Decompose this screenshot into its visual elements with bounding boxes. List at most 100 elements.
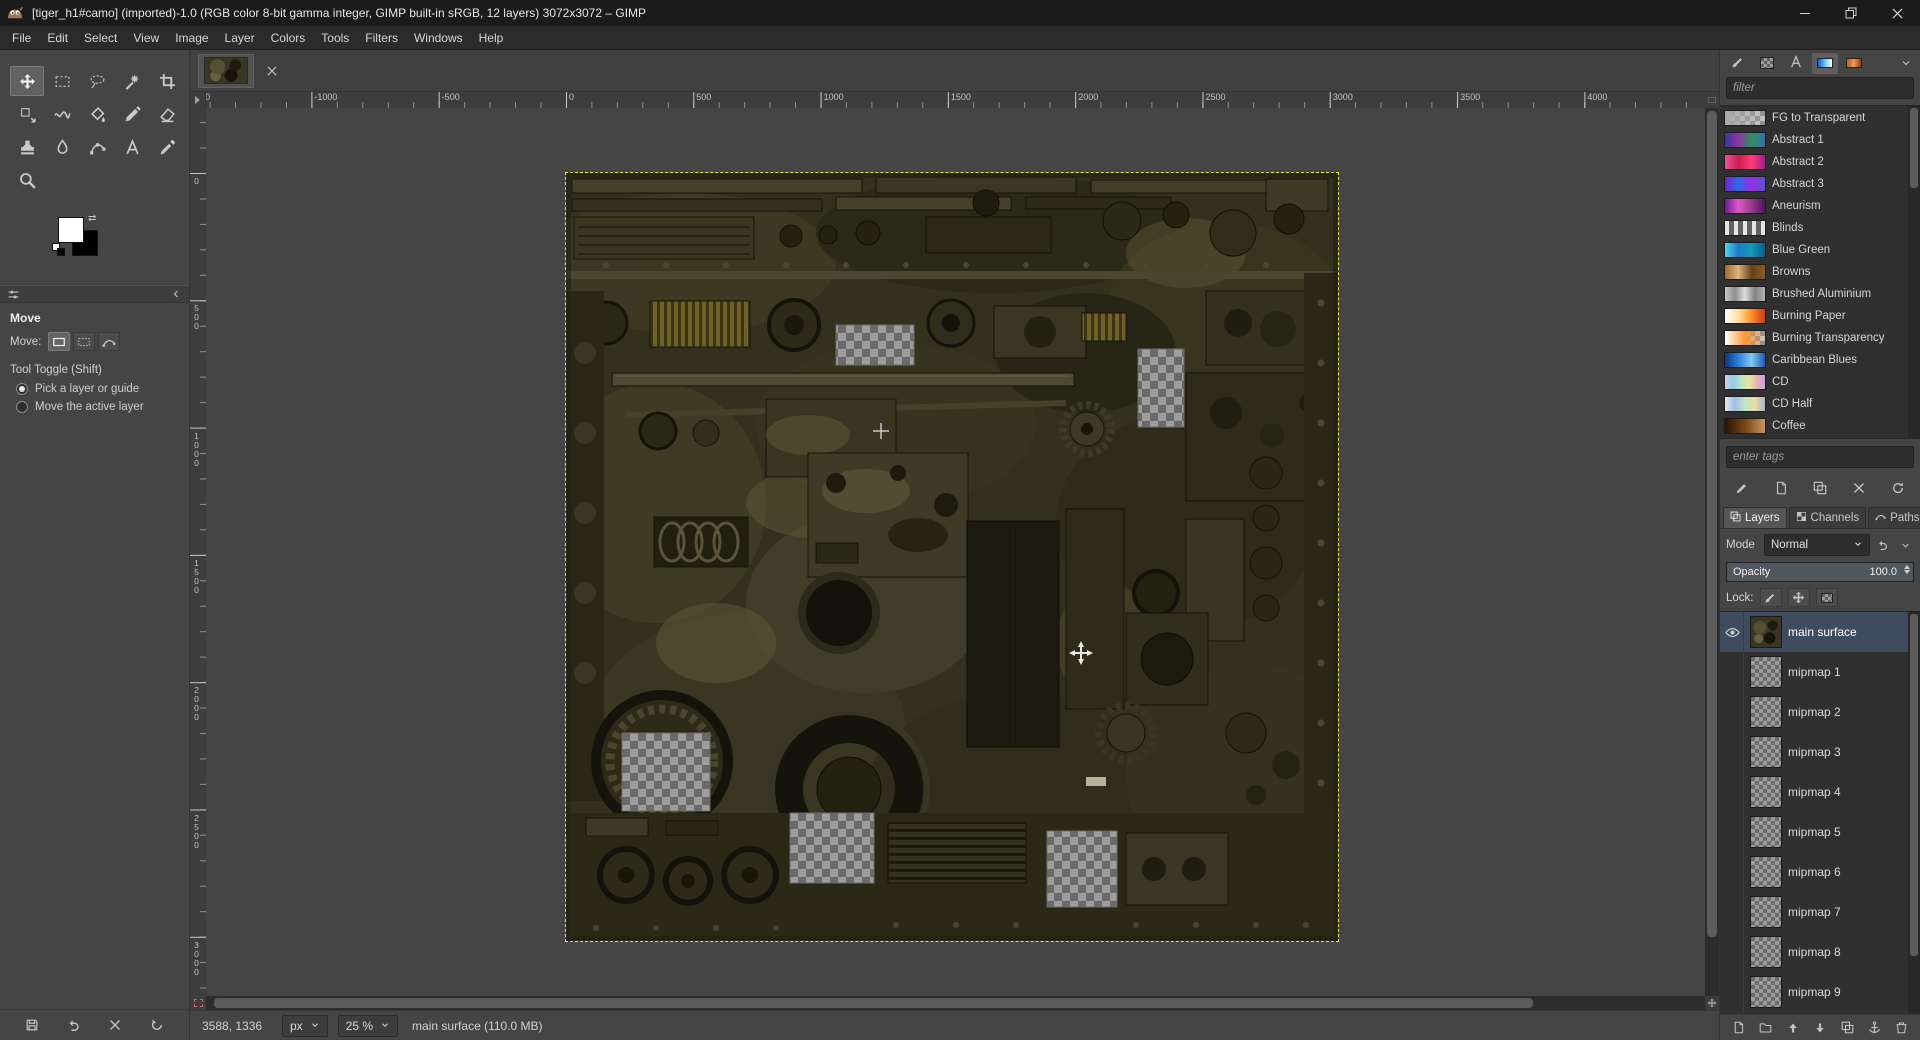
save-preset-button[interactable] bbox=[20, 1014, 44, 1036]
layer-row-mipmap-5[interactable]: mipmap 5 bbox=[1720, 812, 1908, 852]
vertical-scrollbar[interactable] bbox=[1705, 108, 1719, 996]
visibility-toggle[interactable] bbox=[1722, 812, 1744, 852]
tab-paths[interactable]: Paths bbox=[1868, 507, 1920, 528]
color-selector[interactable]: ⇄ bbox=[58, 217, 128, 269]
zoom-dropdown[interactable]: 25 % bbox=[338, 1015, 398, 1037]
tool-color-picker[interactable] bbox=[150, 132, 184, 162]
navigation-icon[interactable] bbox=[1705, 996, 1719, 1010]
gradient-list[interactable]: FG to TransparentAbstract 1Abstract 2Abs… bbox=[1720, 105, 1920, 439]
tool-crop[interactable] bbox=[150, 66, 184, 96]
reset-tool-button[interactable] bbox=[145, 1014, 169, 1036]
move-layer-button[interactable] bbox=[48, 332, 70, 351]
visibility-toggle[interactable] bbox=[1722, 852, 1744, 892]
minimize-button[interactable] bbox=[1782, 0, 1828, 26]
scroll-thumb[interactable] bbox=[1910, 614, 1918, 956]
tab-patterns[interactable] bbox=[1754, 53, 1780, 74]
layer-row-mipmap-2[interactable]: mipmap 2 bbox=[1720, 692, 1908, 732]
visibility-toggle[interactable] bbox=[1722, 932, 1744, 972]
gradient-item[interactable]: Browns bbox=[1722, 261, 1906, 283]
layer-list[interactable]: main surfacemipmap 1mipmap 2mipmap 3 mipm… bbox=[1720, 611, 1920, 1014]
gradient-item[interactable]: Coffee bbox=[1722, 415, 1906, 437]
visibility-toggle[interactable] bbox=[1722, 692, 1744, 732]
gradient-item[interactable]: Brushed Aluminium bbox=[1722, 283, 1906, 305]
move-selection-button[interactable] bbox=[73, 332, 95, 351]
menu-edit[interactable]: Edit bbox=[39, 28, 76, 48]
visibility-eye-icon[interactable] bbox=[1722, 612, 1744, 652]
vertical-scroll-thumb[interactable] bbox=[1707, 111, 1717, 937]
restore-preset-button[interactable] bbox=[62, 1014, 86, 1036]
radio-icon[interactable] bbox=[16, 383, 28, 395]
menu-colors[interactable]: Colors bbox=[263, 28, 314, 48]
horizontal-scroll-thumb[interactable] bbox=[214, 998, 1533, 1008]
tool-unified-transform[interactable] bbox=[10, 99, 44, 129]
tab-close-icon[interactable] bbox=[262, 61, 282, 81]
tool-smudge[interactable] bbox=[45, 132, 79, 162]
tool-move[interactable] bbox=[10, 66, 44, 96]
restore-button[interactable] bbox=[1828, 0, 1874, 26]
collapse-panel-icon[interactable] bbox=[167, 285, 185, 303]
quick-mask-toggle[interactable] bbox=[190, 996, 206, 1010]
layer-list-scrollbar[interactable] bbox=[1908, 612, 1920, 1014]
menu-select[interactable]: Select bbox=[76, 28, 125, 48]
delete-layer-button[interactable] bbox=[1890, 1017, 1914, 1039]
visibility-toggle[interactable] bbox=[1722, 892, 1744, 932]
layer-row-mipmap-7[interactable]: mipmap 7 bbox=[1720, 892, 1908, 932]
gradient-item[interactable]: Abstract 3 bbox=[1722, 173, 1906, 195]
gradient-item[interactable]: Burning Paper bbox=[1722, 305, 1906, 327]
tab-brushes[interactable] bbox=[1725, 53, 1751, 74]
anchor-layer-button[interactable] bbox=[1863, 1017, 1887, 1039]
layer-row-mipmap-9[interactable]: mipmap 9 bbox=[1720, 972, 1908, 1012]
swap-colors-icon[interactable]: ⇄ bbox=[88, 213, 96, 224]
delete-gradient-button[interactable] bbox=[1847, 477, 1871, 499]
image-tab[interactable] bbox=[198, 54, 254, 88]
new-group-button[interactable] bbox=[1753, 1017, 1777, 1039]
foreground-color-swatch[interactable] bbox=[58, 217, 84, 243]
layer-row-mipmap-1[interactable]: mipmap 1 bbox=[1720, 652, 1908, 692]
tab-layers[interactable]: Layers bbox=[1723, 507, 1787, 528]
layer-row-main-surface[interactable]: main surface bbox=[1720, 612, 1908, 652]
visibility-toggle[interactable] bbox=[1722, 972, 1744, 1012]
refresh-gradients-button[interactable] bbox=[1886, 477, 1910, 499]
tool-pencil[interactable] bbox=[115, 99, 149, 129]
raise-layer-button[interactable] bbox=[1781, 1017, 1805, 1039]
canvas-viewport[interactable] bbox=[206, 108, 1705, 996]
layer-row-mipmap-6[interactable]: mipmap 6 bbox=[1720, 852, 1908, 892]
opacity-slider[interactable]: Opacity 100.0 bbox=[1726, 562, 1914, 582]
layer-row-mipmap-3[interactable]: mipmap 3 bbox=[1720, 732, 1908, 772]
duplicate-layer-button[interactable] bbox=[1835, 1017, 1859, 1039]
menu-help[interactable]: Help bbox=[471, 28, 512, 48]
mode-switch-icon[interactable] bbox=[1874, 536, 1892, 554]
tab-channels[interactable]: Channels bbox=[1789, 507, 1867, 528]
menu-file[interactable]: File bbox=[4, 28, 39, 48]
gradient-item[interactable]: Burning Transparency bbox=[1722, 327, 1906, 349]
menu-tools[interactable]: Tools bbox=[313, 28, 357, 48]
ruler-horizontal[interactable]: -1500-1000-50005001000150020002500300035… bbox=[206, 92, 1705, 108]
menu-view[interactable]: View bbox=[125, 28, 167, 48]
tool-eraser[interactable] bbox=[150, 99, 184, 129]
radio-icon[interactable] bbox=[16, 401, 28, 413]
layer-row-mipmap-8[interactable]: mipmap 8 bbox=[1720, 932, 1908, 972]
lock-alpha-button[interactable] bbox=[1816, 588, 1838, 607]
gradient-item[interactable]: Aneurism bbox=[1722, 195, 1906, 217]
move-path-button[interactable] bbox=[98, 332, 120, 351]
gradient-item[interactable]: Blinds bbox=[1722, 217, 1906, 239]
tool-options-tab-icon[interactable] bbox=[4, 285, 22, 303]
delete-preset-button[interactable] bbox=[103, 1014, 127, 1036]
menu-layer[interactable]: Layer bbox=[217, 28, 263, 48]
opacity-spinner[interactable] bbox=[1904, 565, 1910, 574]
menu-corner-button[interactable] bbox=[190, 92, 206, 108]
default-colors-icon[interactable] bbox=[52, 243, 66, 257]
dock-menu-icon[interactable] bbox=[1897, 54, 1915, 72]
tool-fuzzy-select[interactable] bbox=[115, 66, 149, 96]
gradient-list-scrollbar[interactable] bbox=[1908, 106, 1920, 438]
close-button[interactable] bbox=[1874, 0, 1920, 26]
gradient-item[interactable]: CD Half bbox=[1722, 393, 1906, 415]
gradient-item[interactable]: Abstract 2 bbox=[1722, 151, 1906, 173]
mode-options-icon[interactable] bbox=[1896, 536, 1914, 554]
visibility-toggle[interactable] bbox=[1722, 732, 1744, 772]
visibility-toggle[interactable] bbox=[1722, 772, 1744, 812]
canvas-image[interactable] bbox=[566, 173, 1338, 941]
tool-free-select[interactable] bbox=[80, 66, 114, 96]
menu-windows[interactable]: Windows bbox=[406, 28, 471, 48]
gradient-item[interactable]: Abstract 1 bbox=[1722, 129, 1906, 151]
